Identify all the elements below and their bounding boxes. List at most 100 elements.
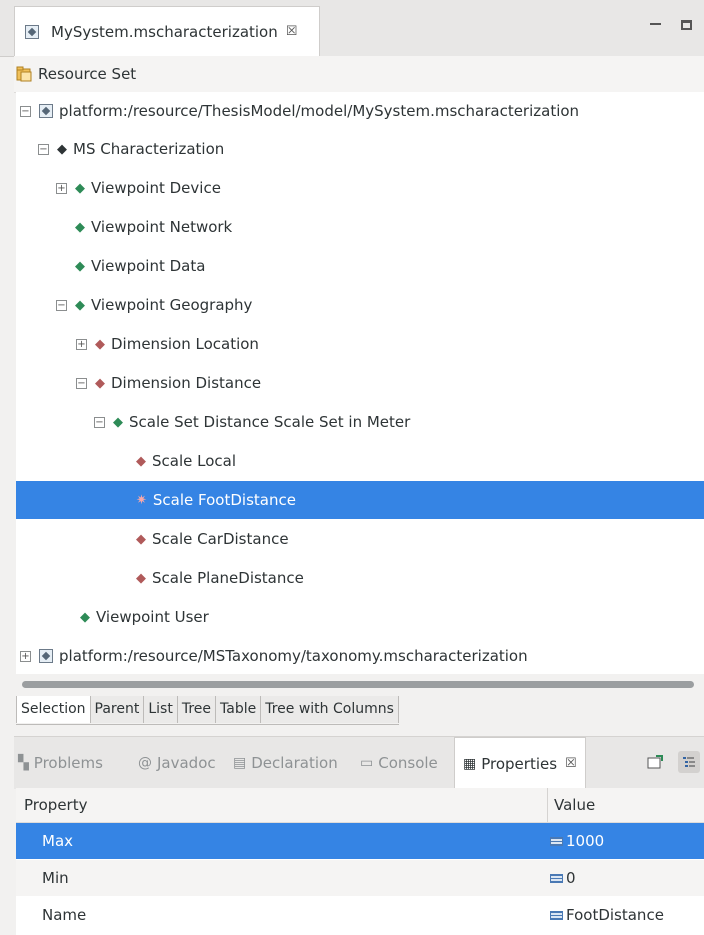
tab-tree-with-columns[interactable]: Tree with Columns <box>261 696 399 723</box>
property-row-name[interactable]: Name FootDistance <box>16 897 704 933</box>
editor-tab-mysystem[interactable]: MySystem.mscharacterization ☒ <box>14 6 320 56</box>
tree-row-mysystem-resource[interactable]: − platform:/resource/ThesisModel/model/M… <box>16 92 704 130</box>
collapse-icon[interactable]: − <box>56 299 67 311</box>
show-categories-icon[interactable] <box>678 751 700 773</box>
tab-problems-label: Problems <box>33 754 103 772</box>
property-row-min[interactable]: Min 0 <box>16 860 704 896</box>
property-value[interactable]: FootDistance <box>566 906 664 924</box>
problems-icon: ▚ <box>18 755 29 771</box>
tree-row-viewpoint-geography[interactable]: − ◆ Viewpoint Geography <box>16 286 704 324</box>
tab-table[interactable]: Table <box>216 696 262 723</box>
property-value[interactable]: 0 <box>566 869 576 887</box>
pin-view-icon[interactable] <box>644 751 666 773</box>
diamond-icon: ◆ <box>136 570 146 586</box>
model-file-icon <box>25 24 39 39</box>
tree-row-ms-characterization[interactable]: − ◆ MS Characterization <box>16 130 704 168</box>
tree-row-taxonomy-resource[interactable]: + platform:/resource/MSTaxonomy/taxonomy… <box>16 637 704 674</box>
tree-row-label: platform:/resource/MSTaxonomy/taxonomy.m… <box>59 647 528 665</box>
tree-row-scale-footdistance[interactable]: ✷ Scale FootDistance <box>16 481 704 519</box>
property-value-cell: 0 <box>550 869 576 887</box>
text-value-icon <box>550 873 563 883</box>
tree-row-label: Scale Set Distance Scale Set in Meter <box>129 413 411 431</box>
maximize-icon[interactable] <box>681 20 692 30</box>
tree-row-dimension-distance[interactable]: − ◆ Dimension Distance <box>16 364 704 402</box>
tree-row-viewpoint-device[interactable]: + ◆ Viewpoint Device <box>16 169 704 207</box>
tree-row-label: MS Characterization <box>73 140 225 158</box>
star-icon: ✷ <box>136 492 147 508</box>
bottom-panel-tab-bar: ▚ Problems @ Javadoc ▤ Declaration ▭ Con… <box>14 736 704 789</box>
model-file-icon <box>39 649 53 663</box>
text-value-icon <box>550 910 563 920</box>
tab-list[interactable]: List <box>144 696 178 723</box>
console-icon: ▭ <box>360 755 374 771</box>
model-tree[interactable]: − platform:/resource/ThesisModel/model/M… <box>16 92 704 674</box>
tree-row-viewpoint-user[interactable]: ◆ Viewpoint User <box>16 598 704 636</box>
tab-properties[interactable]: ▦ Properties ☒ <box>454 737 586 789</box>
diamond-icon: ◆ <box>136 531 146 547</box>
tree-row-viewpoint-network[interactable]: ◆ Viewpoint Network <box>16 208 704 246</box>
model-file-icon <box>39 104 53 118</box>
collapse-icon[interactable]: − <box>76 377 87 389</box>
tree-row-label: Scale Local <box>152 452 237 470</box>
tab-declaration-label: Declaration <box>251 754 338 772</box>
tab-javadoc[interactable]: @ Javadoc <box>138 737 216 789</box>
tree-row-label: Dimension Distance <box>111 374 262 392</box>
diamond-icon: ◆ <box>80 609 90 625</box>
diamond-icon: ◆ <box>57 141 67 157</box>
column-header-property[interactable]: Property <box>24 796 87 814</box>
declaration-icon: ▤ <box>233 755 247 771</box>
tree-row-scale-cardistance[interactable]: ◆ Scale CarDistance <box>16 520 704 558</box>
tree-row-label: Scale CarDistance <box>152 530 289 548</box>
column-header-value[interactable]: Value <box>554 796 595 814</box>
tree-row-dimension-location[interactable]: + ◆ Dimension Location <box>16 325 704 363</box>
collapse-icon[interactable]: − <box>20 105 31 117</box>
tree-row-label: Viewpoint Device <box>91 179 221 197</box>
tab-console-label: Console <box>378 754 438 772</box>
tab-declaration[interactable]: ▤ Declaration <box>233 737 338 789</box>
tree-row-viewpoint-data[interactable]: ◆ Viewpoint Data <box>16 247 704 285</box>
collapse-icon[interactable]: − <box>94 416 105 428</box>
property-value-cell: 1000 <box>550 832 604 850</box>
minimize-icon[interactable] <box>650 23 661 27</box>
property-value[interactable]: 1000 <box>566 832 604 850</box>
expand-icon[interactable]: + <box>76 338 87 350</box>
column-separator <box>547 788 548 822</box>
tab-problems[interactable]: ▚ Problems <box>18 737 103 789</box>
properties-icon: ▦ <box>463 755 477 772</box>
horizontal-scrollbar[interactable] <box>16 676 704 692</box>
expand-icon[interactable]: + <box>20 650 31 662</box>
resource-set-row[interactable]: Resource Set <box>14 56 704 93</box>
diamond-icon: ◆ <box>75 219 85 235</box>
close-icon[interactable]: ☒ <box>565 756 577 771</box>
tree-row-label: Viewpoint Data <box>91 257 206 275</box>
tab-selection[interactable]: Selection <box>16 696 91 723</box>
scrollbar-thumb[interactable] <box>22 681 694 688</box>
property-name: Max <box>42 832 74 850</box>
tab-parent[interactable]: Parent <box>90 696 145 723</box>
close-icon[interactable]: ☒ <box>286 24 298 39</box>
property-row-max[interactable]: Max 1000 <box>16 823 704 859</box>
tab-tree[interactable]: Tree <box>177 696 217 723</box>
editor-view-tabs: Selection Parent List Tree Table Tree wi… <box>16 696 399 725</box>
tree-row-label: platform:/resource/ThesisModel/model/MyS… <box>59 102 580 120</box>
diamond-icon: ◆ <box>75 180 85 196</box>
property-value-cell: FootDistance <box>550 906 664 924</box>
diamond-icon: ◆ <box>75 297 85 313</box>
text-value-icon <box>550 836 563 846</box>
diamond-icon: ◆ <box>75 258 85 274</box>
tree-row-scale-local[interactable]: ◆ Scale Local <box>16 442 704 480</box>
collapse-icon[interactable]: − <box>38 143 49 155</box>
editor-tab-bar: MySystem.mscharacterization ☒ <box>0 0 704 57</box>
tree-row-scale-set-distance[interactable]: − ◆ Scale Set Distance Scale Set in Mete… <box>16 403 704 441</box>
tree-row-scale-planedistance[interactable]: ◆ Scale PlaneDistance <box>16 559 704 597</box>
tree-row-label: Scale FootDistance <box>152 491 296 509</box>
tab-javadoc-label: Javadoc <box>157 754 216 772</box>
diamond-icon: ◆ <box>136 453 146 469</box>
diamond-icon: ◆ <box>113 414 123 430</box>
properties-header: Property Value <box>16 788 704 823</box>
diamond-icon: ◆ <box>95 336 105 352</box>
expand-icon[interactable]: + <box>56 182 67 194</box>
javadoc-icon: @ <box>138 755 152 771</box>
tab-console[interactable]: ▭ Console <box>360 737 438 789</box>
tree-row-label: Viewpoint Geography <box>91 296 253 314</box>
